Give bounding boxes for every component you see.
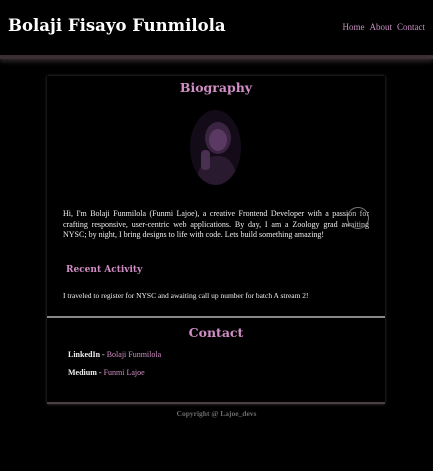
biography-section: Biography Hi, I'm Bolaji Funmilola (Funm… <box>47 76 385 318</box>
linkedin-separator: - <box>100 350 107 359</box>
main-nav: Home About Contact <box>343 22 426 32</box>
profile-photo-icon <box>190 110 241 185</box>
medium-row: Medium - Funmi Lajoe <box>68 368 145 377</box>
nav-home-link[interactable]: Home <box>343 22 365 32</box>
biography-text: Hi, I'm Bolaji Funmilola (Funmi Lajoe), … <box>63 209 369 239</box>
contact-title: Contact <box>188 325 244 340</box>
nav-contact-link[interactable]: Contact <box>397 22 425 32</box>
footer-handle: Lajoe_devs <box>220 409 257 418</box>
recent-activity-text: I traveled to register for NYSC and awai… <box>63 291 309 300</box>
site-title: Bolaji Fisayo Funmilola <box>8 16 226 35</box>
linkedin-row: LinkedIn - Bolaji Funmilola <box>68 350 161 359</box>
medium-label: Medium <box>68 368 97 377</box>
medium-link[interactable]: Funmi Lajoe <box>104 368 145 377</box>
nav-about-link[interactable]: About <box>370 22 393 32</box>
linkedin-link[interactable]: Bolaji Funmilola <box>107 350 161 359</box>
footer-copyright: Copyright @ Lajoe_devs <box>0 409 433 418</box>
biography-title: Biography <box>179 80 253 95</box>
scroll-top-button[interactable] <box>347 207 369 229</box>
medium-separator: - <box>96 368 104 377</box>
contact-section: Contact LinkedIn - Bolaji Funmilola Medi… <box>47 318 385 404</box>
recent-activity-title: Recent Activity <box>66 265 143 275</box>
footer-prefix: Copyright @ <box>176 409 221 418</box>
site-header: Bolaji Fisayo Funmilola Home About Conta… <box>0 0 433 59</box>
linkedin-label: LinkedIn <box>68 350 101 359</box>
